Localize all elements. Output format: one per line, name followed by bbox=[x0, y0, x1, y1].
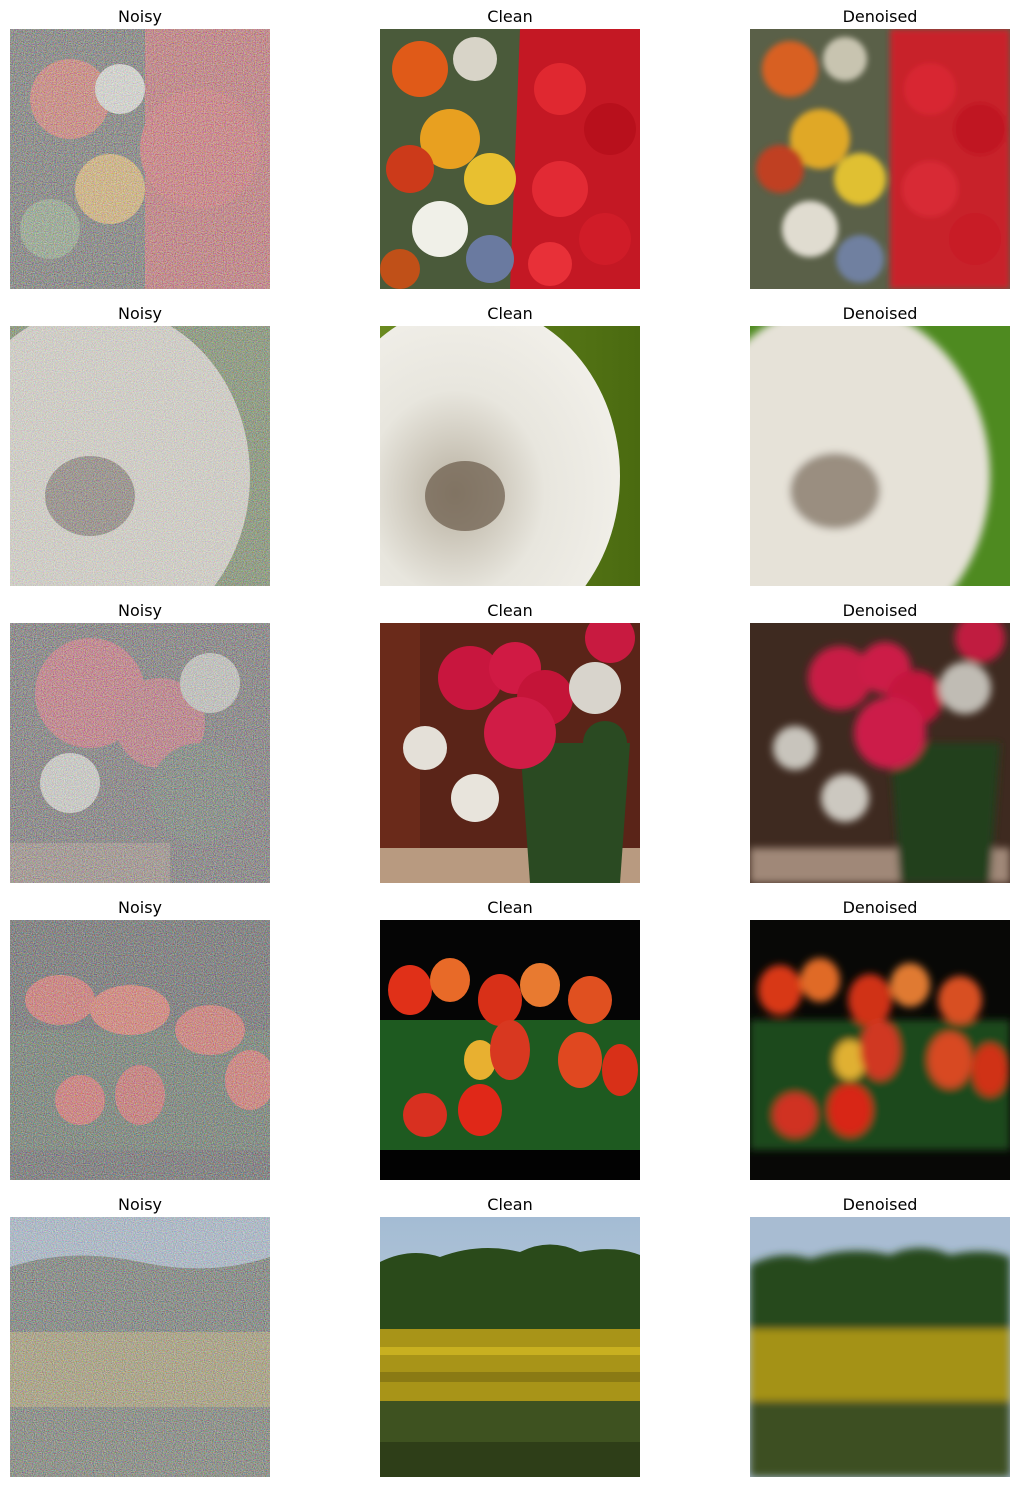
row1-noisy-image bbox=[10, 29, 270, 289]
panel-title: Denoised bbox=[842, 898, 918, 917]
flowers-denoised-picture bbox=[750, 29, 1010, 289]
flowers-clean-picture bbox=[380, 29, 640, 289]
tulips-noisy-picture bbox=[10, 920, 270, 1180]
dandelion-noisy-picture bbox=[10, 326, 270, 586]
panel-title: Denoised bbox=[842, 601, 918, 620]
panel-title: Noisy bbox=[117, 304, 162, 323]
panel-title: Clean bbox=[487, 7, 533, 26]
row2-denoised-image bbox=[750, 326, 1010, 586]
row3-noisy-image bbox=[10, 623, 270, 883]
panel-title: Noisy bbox=[117, 1195, 162, 1214]
row3-clean-image bbox=[380, 623, 640, 883]
sunflower-denoised-picture bbox=[750, 1217, 1010, 1477]
row1-denoised-image bbox=[750, 29, 1010, 289]
roses-denoised-picture bbox=[750, 623, 1010, 883]
row4-clean-image bbox=[380, 920, 640, 1180]
panel-title: Clean bbox=[487, 898, 533, 917]
panel-title: Noisy bbox=[117, 601, 162, 620]
row5-denoised-image bbox=[750, 1217, 1010, 1477]
dandelion-denoised-picture bbox=[750, 326, 1010, 586]
sunflower-clean-picture bbox=[380, 1217, 640, 1477]
panel-title: Noisy bbox=[117, 898, 162, 917]
row5-noisy-image bbox=[10, 1217, 270, 1477]
row2-noisy-image bbox=[10, 326, 270, 586]
row1-clean-image bbox=[380, 29, 640, 289]
row5-clean-image bbox=[380, 1217, 640, 1477]
row4-denoised-image bbox=[750, 920, 1010, 1180]
row4-noisy-image bbox=[10, 920, 270, 1180]
sunflower-noisy-picture bbox=[10, 1217, 270, 1477]
roses-noisy-picture bbox=[10, 623, 270, 883]
panel-title: Clean bbox=[487, 304, 533, 323]
panel-title: Denoised bbox=[842, 304, 918, 323]
roses-clean-picture bbox=[380, 623, 640, 883]
panel-title: Denoised bbox=[842, 7, 918, 26]
dandelion-clean-picture bbox=[380, 326, 640, 586]
row2-clean-image bbox=[380, 326, 640, 586]
flowers-noisy-picture bbox=[10, 29, 270, 289]
tulips-denoised-picture bbox=[750, 920, 1010, 1180]
panel-title: Noisy bbox=[117, 7, 162, 26]
panel-title: Clean bbox=[487, 1195, 533, 1214]
panel-title: Denoised bbox=[842, 1195, 918, 1214]
tulips-clean-picture bbox=[380, 920, 640, 1180]
image-grid: Noisy Clean Denoised Noisy Clean Denoise… bbox=[0, 0, 1020, 1490]
row3-denoised-image bbox=[750, 623, 1010, 883]
panel-title: Clean bbox=[487, 601, 533, 620]
